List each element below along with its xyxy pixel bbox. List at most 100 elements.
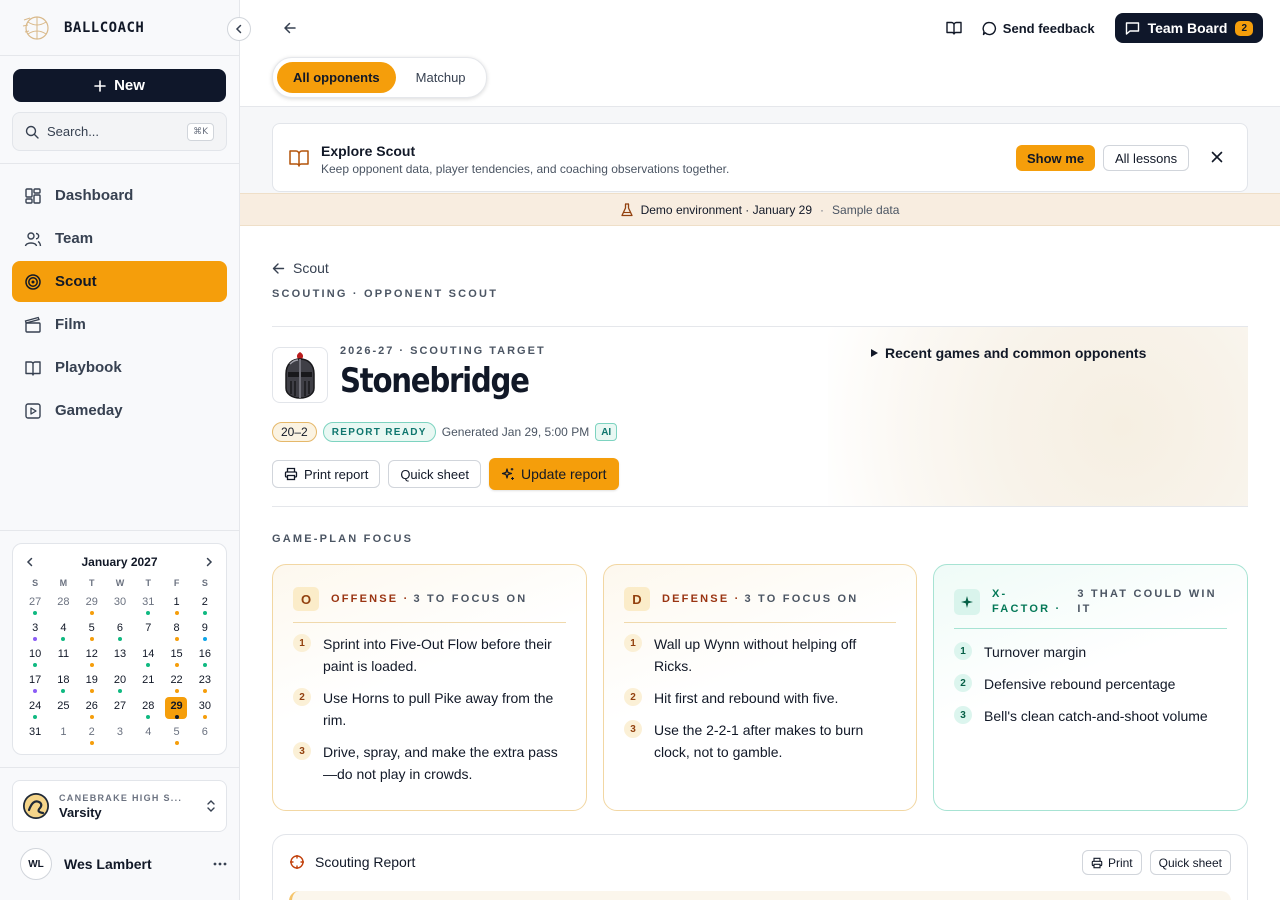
calendar-day[interactable]: 2 — [78, 722, 106, 748]
calendar-day[interactable]: 28 — [134, 696, 162, 722]
calendar-day[interactable]: 4 — [134, 722, 162, 748]
calendar-day[interactable]: 17 — [21, 670, 49, 696]
calendar-day[interactable]: 1 — [162, 592, 190, 618]
calendar-day[interactable]: 5 — [78, 618, 106, 644]
calendar-day[interactable]: 3 — [21, 618, 49, 644]
new-button[interactable]: New — [13, 69, 226, 102]
calendar-day[interactable]: 22 — [162, 670, 190, 696]
calendar-day[interactable]: 7 — [134, 618, 162, 644]
calendar-day[interactable]: 13 — [106, 644, 134, 670]
sidebar-item-dashboard[interactable]: Dashboard — [12, 175, 227, 216]
calendar-day[interactable]: 14 — [134, 644, 162, 670]
calendar-day[interactable]: 31 — [21, 722, 49, 748]
sidebar-divider — [0, 767, 239, 768]
calendar-day-today[interactable]: 29 — [162, 696, 190, 722]
sidebar-item-team[interactable]: Team — [12, 218, 227, 259]
calendar-day[interactable]: 30 — [106, 592, 134, 618]
sidebar-item-scout[interactable]: Scout — [12, 261, 227, 302]
tab-matchup[interactable]: Matchup — [400, 62, 482, 93]
calendar-day[interactable]: 30 — [191, 696, 219, 722]
calendar-day-number: 26 — [85, 700, 98, 712]
calendar-day[interactable]: 31 — [134, 592, 162, 618]
calendar-day[interactable]: 24 — [21, 696, 49, 722]
calendar-day[interactable]: 25 — [49, 696, 77, 722]
calendar-day[interactable]: 8 — [162, 618, 190, 644]
crosshair-icon — [290, 855, 304, 869]
calendar-day[interactable]: 27 — [106, 696, 134, 722]
print-report-button[interactable]: Print report — [272, 460, 381, 488]
tab-all-opponents[interactable]: All opponents — [277, 62, 396, 93]
collapse-sidebar-button[interactable] — [227, 17, 251, 41]
search-input[interactable]: Search... ⌘K — [12, 112, 227, 151]
calendar-day[interactable]: 5 — [162, 722, 190, 748]
calendar-day-number: 3 — [32, 622, 39, 634]
calendar-day[interactable]: 23 — [191, 670, 219, 696]
users-icon — [24, 231, 42, 246]
list-item: 1 Sprint into Five-Out Flow before their … — [293, 633, 566, 677]
calendar-day-number: 16 — [198, 648, 211, 660]
calendar-day-number: 5 — [173, 726, 180, 738]
print-button[interactable]: Print — [1081, 850, 1142, 875]
back-to-scout-link[interactable]: Scout — [272, 260, 329, 276]
calendar-day-number: 7 — [145, 622, 152, 634]
back-button[interactable] — [280, 18, 300, 38]
calendar-day-number: 31 — [29, 726, 42, 738]
calendar-day[interactable]: 4 — [49, 618, 77, 644]
team-logo-icon — [23, 793, 49, 819]
card-title-text: OFFENSE · — [331, 593, 410, 605]
sidebar-item-playbook[interactable]: Playbook — [12, 347, 227, 388]
chevron-left-icon[interactable] — [25, 557, 35, 567]
calendar-day[interactable]: 10 — [21, 644, 49, 670]
calendar-day[interactable]: 28 — [49, 592, 77, 618]
printer-icon — [284, 467, 298, 481]
calendar-day[interactable]: 1 — [49, 722, 77, 748]
list-item: 3 Drive, spray, and make the extra pass—d… — [293, 741, 566, 785]
opponent-logo — [272, 347, 328, 403]
calendar-day[interactable]: 16 — [191, 644, 219, 670]
calendar-day-number: 13 — [113, 648, 127, 660]
sidebar-item-gameday[interactable]: Gameday — [12, 390, 227, 431]
chevron-left-icon — [235, 24, 242, 34]
calendar-day[interactable]: 3 — [106, 722, 134, 748]
list-item: 2 Hit first and rebound with five. — [624, 687, 896, 709]
chevron-right-icon[interactable] — [204, 557, 214, 567]
item-text: Defensive rebound percentage — [984, 676, 1176, 692]
team-selector[interactable]: CANEBRAKE HIGH S... Varsity — [12, 780, 227, 832]
more-horizontal-icon[interactable] — [213, 862, 227, 866]
user-menu[interactable]: WL Wes Lambert — [20, 848, 227, 880]
calendar-day[interactable]: 6 — [191, 722, 219, 748]
team-board-button[interactable]: Team Board 2 — [1114, 13, 1263, 43]
team-level: Varsity — [59, 804, 102, 820]
calendar-day[interactable]: 20 — [106, 670, 134, 696]
calendar-day[interactable]: 6 — [106, 618, 134, 644]
send-feedback-button[interactable]: Send feedback — [982, 21, 1095, 36]
sidebar-item-film[interactable]: Film — [12, 304, 227, 345]
calendar-day[interactable]: 19 — [78, 670, 106, 696]
calendar-day[interactable]: 2 — [191, 592, 219, 618]
calendar-day[interactable]: 29 — [78, 592, 106, 618]
hero-eyebrow: 2026-27 · SCOUTING TARGET — [340, 345, 546, 357]
calendar-day[interactable]: 18 — [49, 670, 77, 696]
calendar-day[interactable]: 11 — [49, 644, 77, 670]
calendar-day[interactable]: 21 — [134, 670, 162, 696]
list-item: 1 Turnover margin — [954, 641, 1227, 663]
calendar-day[interactable]: 12 — [78, 644, 106, 670]
recent-games-toggle[interactable]: Recent games and common opponents — [870, 345, 1146, 361]
calendar-day-number: 1 — [173, 596, 180, 608]
quick-sheet-button[interactable]: Quick sheet — [388, 460, 481, 488]
calendar-day-number: 19 — [85, 674, 98, 686]
card-header: O OFFENSE · 3 TO FOCUS ON — [293, 587, 566, 623]
calendar-day[interactable]: 26 — [78, 696, 106, 722]
all-lessons-button[interactable]: All lessons — [1103, 145, 1190, 171]
book-open-icon[interactable] — [946, 21, 962, 35]
calendar-day[interactable]: 15 — [162, 644, 190, 670]
opponent-hero: 2026-27 · SCOUTING TARGET Stonebridge Re… — [272, 326, 1248, 507]
update-report-button[interactable]: Update report — [488, 458, 619, 490]
show-me-button[interactable]: Show me — [1016, 145, 1096, 171]
sidebar-item-label: Film — [55, 316, 86, 333]
calendar-day[interactable]: 9 — [191, 618, 219, 644]
brand[interactable]: BALLCOACH — [20, 12, 144, 44]
close-icon[interactable] — [1210, 150, 1224, 164]
report-quick-sheet-button[interactable]: Quick sheet — [1149, 850, 1231, 875]
calendar-day[interactable]: 27 — [21, 592, 49, 618]
